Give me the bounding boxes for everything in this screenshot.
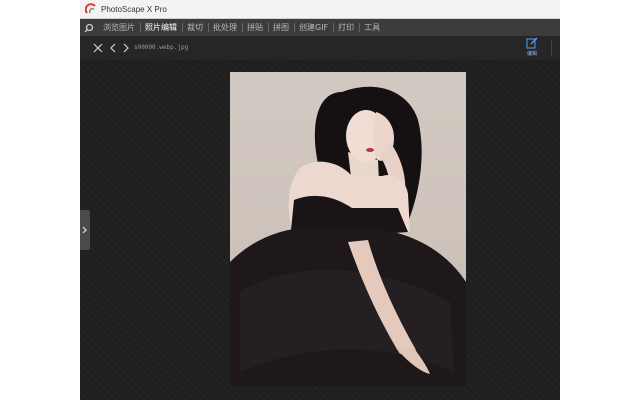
photo-image: [230, 86, 466, 386]
main-menu: 浏览图片 照片编辑 裁切 批处理 拼贴 拼图 创建GIF 打印 工具: [80, 19, 560, 36]
app-logo-icon: [85, 3, 96, 14]
search-button[interactable]: [80, 19, 98, 36]
chevron-left-icon: [110, 43, 116, 53]
tab-tools[interactable]: 工具: [359, 19, 385, 36]
tab-batch[interactable]: 批处理: [208, 19, 242, 36]
photo-preview: [230, 72, 466, 386]
editor-toolbar: s00000.webp.jpg 编辑: [80, 36, 560, 60]
tab-combine[interactable]: 拼图: [268, 19, 294, 36]
tab-create-gif[interactable]: 创建GIF: [294, 19, 333, 36]
next-image-button[interactable]: [119, 41, 133, 55]
previous-image-button[interactable]: [106, 41, 120, 55]
tab-collage[interactable]: 拼贴: [242, 19, 268, 36]
tab-photo-editor[interactable]: 照片编辑: [140, 19, 182, 36]
edit-icon: [526, 37, 538, 49]
title-bar: PhotoScape X Pro: [80, 0, 560, 19]
edit-label: 编辑: [526, 51, 537, 57]
app-window: PhotoScape X Pro 浏览图片 照片编辑 裁切 批处理 拼贴 拼图 …: [80, 0, 560, 400]
chevron-right-icon: [82, 226, 87, 234]
tab-crop[interactable]: 裁切: [182, 19, 208, 36]
file-name: s00000.webp.jpg: [134, 44, 189, 51]
image-canvas[interactable]: [80, 60, 560, 400]
close-button[interactable]: [91, 41, 105, 55]
side-panel-toggle[interactable]: [80, 210, 90, 250]
search-icon: [84, 23, 94, 32]
toolbar-divider: [551, 40, 552, 56]
chevron-right-icon: [123, 43, 129, 53]
tab-print[interactable]: 打印: [333, 19, 359, 36]
window-title: PhotoScape X Pro: [101, 4, 167, 14]
tab-browse[interactable]: 浏览图片: [98, 19, 140, 36]
edit-button[interactable]: 编辑: [522, 37, 542, 59]
close-icon: [93, 43, 103, 53]
